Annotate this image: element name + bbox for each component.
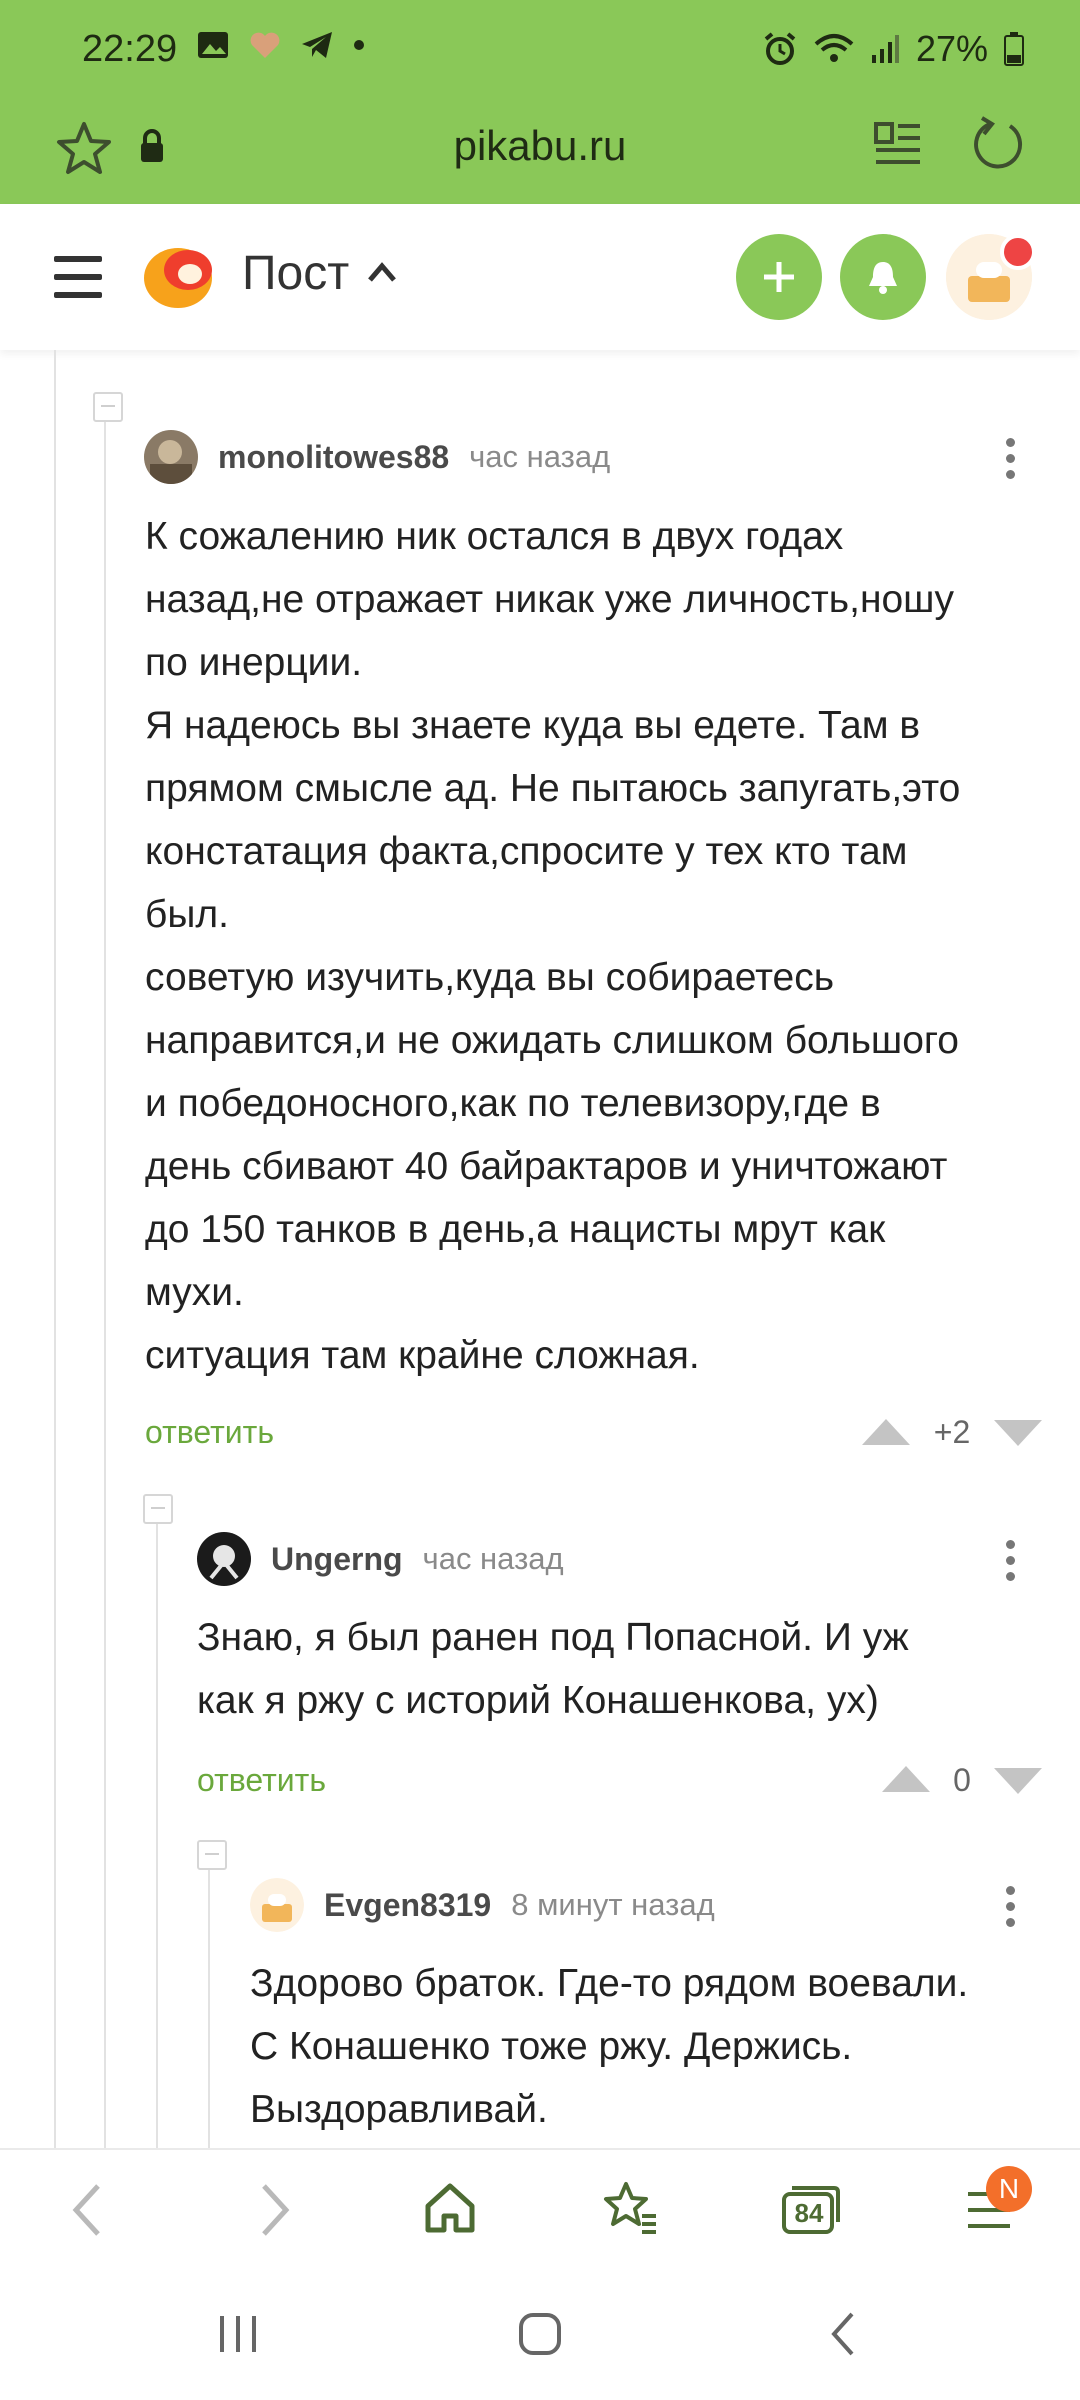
avatar-image-icon (197, 1532, 251, 1586)
status-time: 22:29 (82, 28, 178, 70)
telegram-icon (302, 32, 332, 58)
heart-icon (250, 32, 280, 58)
comment-text: К сожалению ник остался в двух годах наз… (145, 515, 961, 1377)
comment-score: 0 (953, 1762, 971, 1798)
reader-mode-icon[interactable] (874, 120, 922, 172)
thread-line-level3 (156, 1524, 158, 2148)
back-arrow-icon[interactable] (68, 2180, 108, 2240)
bookmarks-star-icon[interactable] (600, 2180, 660, 2236)
home-button-icon[interactable] (518, 2312, 562, 2356)
reply-link[interactable]: ответить (197, 1762, 326, 1799)
more-options-icon[interactable] (1006, 1886, 1016, 1934)
collapse-toggle[interactable] (143, 1494, 173, 1524)
collapse-toggle[interactable] (197, 1840, 227, 1870)
comment-header: Evgen8319 8 минут назад (250, 1878, 715, 1932)
url-bar[interactable]: pikabu.ru (0, 100, 1080, 204)
downvote-icon[interactable] (994, 1420, 1042, 1446)
menu-badge: N (986, 2166, 1032, 2212)
comment-username[interactable]: Evgen8319 (324, 1887, 491, 1924)
gallery-icon (198, 32, 228, 58)
comment-time: час назад (469, 439, 611, 474)
pikabu-logo-icon[interactable] (142, 240, 218, 312)
more-options-icon[interactable] (1006, 438, 1016, 486)
more-options-icon[interactable] (1006, 1540, 1016, 1588)
dot-icon (354, 40, 364, 50)
comment-header: Ungerng час назад (197, 1532, 564, 1586)
plus-icon (764, 262, 794, 292)
notifications-button[interactable] (840, 234, 926, 320)
system-back-icon[interactable] (826, 2310, 860, 2358)
comment-time: час назад (422, 1541, 564, 1576)
recent-apps-icon[interactable] (218, 2314, 260, 2354)
hamburger-menu-icon[interactable] (54, 254, 102, 300)
comment-header: monolitowes88 час назад (144, 430, 610, 484)
bell-icon (869, 262, 897, 294)
comment-text: Здорово браток. Где-то рядом воевали. С … (250, 1962, 969, 2131)
comment-text: Знаю, я был ранен под Попасной. И уж как… (197, 1616, 909, 1722)
thread-line-level1 (54, 350, 56, 2148)
tabs-count: 84 (794, 2198, 824, 2228)
thread-line-level4 (208, 1866, 210, 2148)
upvote-icon[interactable] (882, 1766, 930, 1792)
avatar[interactable] (197, 1532, 251, 1586)
downvote-icon[interactable] (994, 1768, 1042, 1794)
battery-percent: 27% (915, 28, 988, 69)
avatar[interactable] (144, 430, 198, 484)
system-nav-bar (0, 2276, 1080, 2400)
tabs-button[interactable]: 84 (780, 2182, 840, 2241)
alarm-icon (764, 32, 796, 65)
thread-line-level2 (104, 420, 106, 2148)
app-header: Пост (0, 204, 1080, 350)
browser-top-area: 22:29 27% pikabu.ru (0, 0, 1080, 204)
reload-icon[interactable] (970, 116, 1026, 176)
collapse-toggle[interactable] (93, 392, 123, 422)
page-title: Пост (242, 247, 350, 300)
reply-link[interactable]: ответить (145, 1414, 274, 1451)
add-post-button[interactable] (736, 234, 822, 320)
comment-username[interactable]: monolitowes88 (218, 439, 449, 476)
comment-username[interactable]: Ungerng (271, 1541, 403, 1578)
avatar[interactable] (250, 1878, 304, 1932)
upvote-icon[interactable] (862, 1419, 910, 1445)
forward-arrow-icon[interactable] (254, 2180, 294, 2240)
battery-icon (1004, 32, 1024, 66)
chevron-up-icon[interactable] (366, 260, 398, 284)
status-bar: 22:29 27% (0, 0, 1080, 100)
comment-score: +2 (933, 1414, 971, 1450)
wifi-icon (814, 34, 854, 62)
comment-time: 8 минут назад (511, 1887, 715, 1922)
avatar-image-icon (144, 430, 198, 484)
signal-icon (871, 35, 899, 63)
home-icon[interactable] (422, 2180, 478, 2236)
avatar-image-icon (250, 1878, 304, 1932)
notification-dot (1000, 234, 1036, 270)
browser-bottom-nav: 84 N (0, 2148, 1080, 2278)
